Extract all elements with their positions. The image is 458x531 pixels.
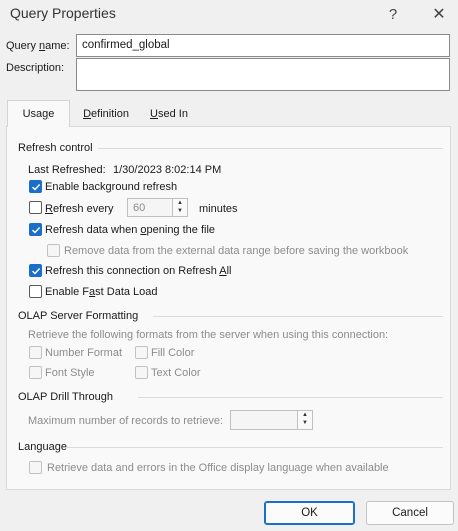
olap-formatting-description: Retrieve the following formats from the … — [28, 329, 389, 341]
refresh-control-divider — [98, 148, 443, 149]
office-language-label: Retrieve data and errors in the Office d… — [47, 462, 389, 474]
spin-down-icon[interactable]: ▼ — [173, 207, 187, 215]
text-color-checkbox[interactable] — [135, 366, 148, 379]
olap-formatting-divider — [153, 316, 443, 317]
last-refreshed-value: 1/30/2023 8:02:14 PM — [113, 164, 222, 176]
fill-color-label: Fill Color — [151, 347, 195, 359]
number-format-label: Number Format — [45, 347, 123, 359]
language-title: Language — [18, 441, 67, 453]
checkmark-icon — [31, 226, 40, 234]
text-color-label: Text Color — [151, 367, 201, 379]
refresh-interval-spinner[interactable]: 60 ▲ ▼ — [127, 198, 188, 217]
max-records-label: Maximum number of records to retrieve: — [28, 415, 224, 427]
refresh-on-open-checkbox[interactable] — [29, 223, 42, 236]
panel-content: Refresh control Last Refreshed: 1/30/202… — [0, 0, 458, 531]
font-style-checkbox[interactable] — [29, 366, 42, 379]
spinner-buttons: ▲ ▼ — [297, 411, 312, 429]
refresh-on-open-label[interactable]: Refresh data when opening the file — [45, 224, 215, 236]
refresh-control-title: Refresh control — [18, 142, 93, 154]
office-language-checkbox[interactable] — [29, 461, 42, 474]
checkmark-icon — [31, 267, 40, 275]
refresh-interval-unit: minutes — [199, 203, 238, 215]
number-format-checkbox[interactable] — [29, 346, 42, 359]
refresh-interval-value: 60 — [133, 202, 146, 214]
max-records-spinner[interactable]: ▲ ▼ — [230, 410, 313, 430]
enable-background-refresh-checkbox[interactable] — [29, 180, 42, 193]
olap-drill-title: OLAP Drill Through — [18, 391, 113, 403]
spinner-buttons: ▲ ▼ — [172, 199, 187, 216]
fill-color-checkbox[interactable] — [135, 346, 148, 359]
checkmark-icon — [31, 183, 40, 191]
fast-data-load-checkbox[interactable] — [29, 285, 42, 298]
enable-background-refresh-label[interactable]: Enable background refresh — [45, 181, 177, 193]
remove-data-label: Remove data from the external data range… — [64, 245, 409, 257]
last-refreshed-label: Last Refreshed: — [28, 164, 106, 176]
olap-formatting-title: OLAP Server Formatting — [18, 310, 139, 322]
font-style-label: Font Style — [45, 367, 95, 379]
olap-drill-divider — [138, 397, 443, 398]
spin-down-icon[interactable]: ▼ — [298, 419, 312, 427]
refresh-every-checkbox[interactable] — [29, 201, 42, 214]
fast-data-load-label[interactable]: Enable Fast Data Load — [45, 286, 158, 298]
refresh-all-label[interactable]: Refresh this connection on Refresh All — [45, 265, 232, 277]
spin-up-icon[interactable]: ▲ — [298, 411, 312, 419]
language-divider — [67, 447, 443, 448]
spin-up-icon[interactable]: ▲ — [173, 199, 187, 207]
remove-data-checkbox[interactable] — [47, 244, 60, 257]
refresh-every-label[interactable]: Refresh every — [45, 203, 113, 215]
refresh-all-checkbox[interactable] — [29, 264, 42, 277]
